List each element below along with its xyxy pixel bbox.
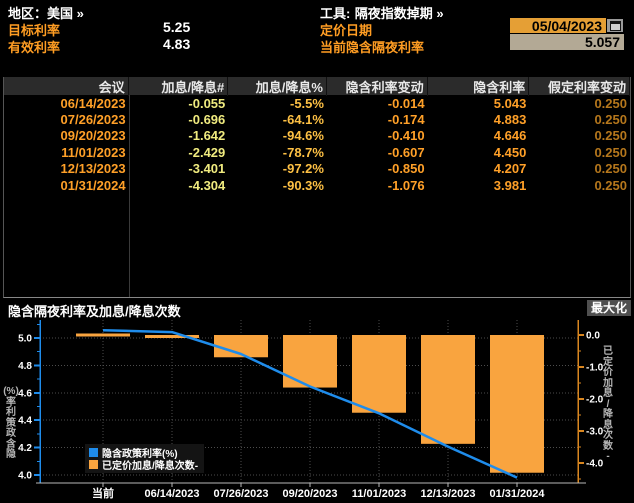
table-cell: -3.401: [129, 161, 229, 176]
implied-overnight-field[interactable]: [510, 34, 624, 50]
table-cell: 0.250: [529, 96, 630, 111]
table-cell: -97.2%: [228, 161, 327, 176]
table-cell: -4.304: [129, 178, 229, 193]
left-axis-tick-label: 4.0: [18, 471, 32, 482]
table-cell: -0.410: [327, 128, 428, 143]
table-cell: 0.250: [529, 128, 630, 143]
right-axis-tick-label: 0.0: [586, 331, 600, 342]
x-axis-tick-label: 06/14/2023: [144, 488, 199, 500]
table-cell: -2.429: [129, 145, 229, 160]
effective-rate-label: 有效利率: [8, 37, 60, 56]
x-axis-tick-label: 07/26/2023: [213, 488, 268, 500]
maximize-button[interactable]: 最大化: [587, 300, 631, 316]
table-cell: 06/14/2023: [4, 96, 129, 111]
table-cell: -0.014: [327, 96, 428, 111]
table-cell: 12/13/2023: [4, 161, 129, 176]
axis-label-char: 隐: [6, 450, 16, 461]
table-row[interactable]: 07/26/2023-0.696-64.1%-0.1744.8830.250: [4, 111, 630, 127]
table-header-row: 会议加息/降息#加息/降息%隐含利率变动隐含利率假定利率变动: [4, 77, 630, 95]
table-cell: -78.7%: [228, 145, 327, 160]
table-cell: 11/01/2023: [4, 145, 129, 160]
region-value[interactable]: 美国 »: [47, 6, 84, 21]
left-axis-tick-label: 4.4: [18, 416, 32, 427]
region-label: 地区：: [8, 6, 47, 21]
table-cell: 4.883: [428, 112, 530, 127]
table-row[interactable]: 12/13/2023-3.401-97.2%-0.8504.2070.250: [4, 161, 630, 177]
table-cell: 4.450: [428, 145, 530, 160]
effective-rate-value: 4.83: [163, 36, 190, 52]
target-rate-value: 5.25: [163, 19, 190, 35]
table-cell: -0.055: [129, 96, 229, 111]
axis-label-char: -: [606, 452, 609, 463]
left-axis-tick-label: 4.2: [18, 443, 32, 454]
bar-priced-cuts: [421, 335, 475, 444]
table-cell: 01/31/2024: [4, 178, 129, 193]
table-cell: -64.1%: [228, 112, 327, 127]
table-cell: -1.076: [327, 178, 428, 193]
left-axis-label: (%)率利策政含隐: [3, 366, 19, 482]
tool-value[interactable]: 隔夜指数掉期 »: [355, 6, 444, 21]
meetings-table: 会议加息/降息#加息/降息%隐含利率变动隐含利率假定利率变动 06/14/202…: [3, 77, 631, 298]
calendar-icon: [610, 21, 621, 31]
table-cell: -94.6%: [228, 128, 327, 143]
left-axis-tick-label: 4.6: [18, 388, 32, 399]
legend-swatch: [89, 448, 98, 457]
column-header: 假定利率变动: [529, 77, 630, 96]
rates-chart: 5.04.84.64.44.24.00.0-1.0-2.0-3.0-4.0当前0…: [0, 318, 634, 503]
table-cell: 0.250: [529, 112, 630, 127]
table-cell: 4.646: [428, 128, 530, 143]
right-axis-label: 已定价加息/降息次数-: [600, 340, 616, 470]
legend-swatch: [89, 460, 98, 469]
pricing-date-input[interactable]: [510, 18, 606, 33]
table-cell: 0.250: [529, 178, 630, 193]
legend-item: 已定价加息/降息次数-: [89, 458, 198, 470]
column-header: 隐含利率: [428, 77, 530, 96]
table-cell: -0.850: [327, 161, 428, 176]
table-cell: -90.3%: [228, 178, 327, 193]
bar-priced-cuts: [352, 335, 406, 413]
x-axis-tick-label: 09/20/2023: [282, 488, 337, 500]
x-axis-tick-label: 当前: [92, 486, 114, 500]
bar-priced-cuts: [490, 335, 544, 473]
chart-legend: 隐含政策利率(%)已定价加息/降息次数-: [85, 444, 204, 473]
bar-priced-cuts: [283, 335, 337, 388]
legend-label: 已定价加息/降息次数-: [102, 457, 198, 472]
table-cell: 5.043: [428, 96, 530, 111]
x-axis-tick-label: 01/31/2024: [489, 488, 545, 500]
table-cell: -0.174: [327, 112, 428, 127]
column-header: 会议: [4, 77, 129, 96]
implied-overnight-label: 当前隐含隔夜利率: [320, 37, 424, 56]
table-cell: -0.607: [327, 145, 428, 160]
column-header: 隐含利率变动: [327, 77, 428, 96]
bar-priced-cuts: [76, 334, 130, 337]
table-cell: -0.696: [129, 112, 229, 127]
left-axis-tick-label: 5.0: [18, 334, 32, 345]
left-axis-tick-label: 4.8: [18, 361, 32, 372]
tool-label: 工具:: [320, 6, 350, 21]
table-cell: 3.981: [428, 178, 530, 193]
table-row[interactable]: 11/01/2023-2.429-78.7%-0.6074.4500.250: [4, 144, 630, 160]
table-cell: -5.5%: [228, 96, 327, 111]
column-header: 加息/降息#: [129, 77, 229, 96]
table-row[interactable]: 09/20/2023-1.642-94.6%-0.4104.6460.250: [4, 128, 630, 144]
calendar-button[interactable]: [607, 19, 623, 32]
x-axis-tick-label: 12/13/2023: [420, 488, 475, 500]
table-row[interactable]: 01/31/2024-4.304-90.3%-1.0763.9810.250: [4, 177, 630, 193]
table-row[interactable]: 06/14/2023-0.055-5.5%-0.0145.0430.250: [4, 95, 630, 111]
x-axis-tick-label: 11/01/2023: [352, 488, 406, 500]
table-cell: 07/26/2023: [4, 112, 129, 127]
table-cell: 09/20/2023: [4, 128, 129, 143]
table-cell: 4.207: [428, 161, 530, 176]
column-header: 加息/降息%: [228, 77, 327, 96]
table-cell: -1.642: [129, 128, 229, 143]
wirp-screen: 地区：美国 » 工具: 隔夜指数掉期 » 目标利率 5.25 有效利率 4.83…: [0, 0, 634, 503]
table-cell: 0.250: [529, 161, 630, 176]
table-cell: 0.250: [529, 145, 630, 160]
